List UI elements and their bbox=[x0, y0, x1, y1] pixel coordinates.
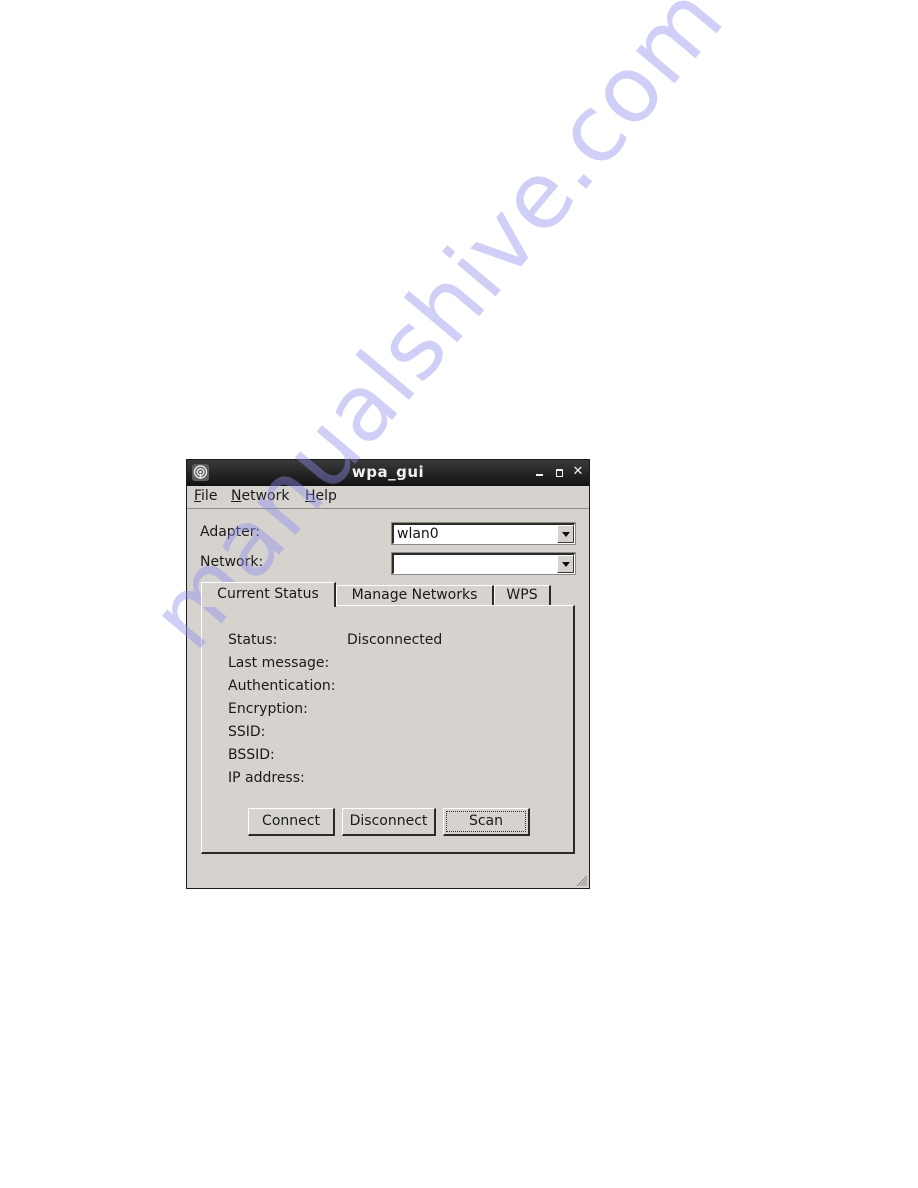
resize-grip-icon[interactable] bbox=[574, 873, 588, 887]
disconnect-button[interactable]: Disconnect bbox=[342, 808, 436, 836]
tab-manage-networks-label: Manage Networks bbox=[351, 587, 478, 603]
menu-network[interactable]: Network bbox=[231, 488, 289, 504]
menu-network-mnemonic: N bbox=[231, 488, 242, 504]
maximize-button[interactable] bbox=[552, 465, 566, 479]
bssid-label: BSSID: bbox=[228, 747, 275, 763]
authentication-label: Authentication: bbox=[228, 678, 336, 694]
chevron-down-icon[interactable] bbox=[557, 525, 574, 543]
adapter-value: wlan0 bbox=[397, 526, 439, 542]
last-message-label: Last message: bbox=[228, 655, 330, 671]
window-title: wpa_gui bbox=[351, 463, 425, 481]
encryption-label: Encryption: bbox=[228, 701, 308, 717]
adapter-select[interactable]: wlan0 bbox=[391, 522, 576, 545]
menu-network-label: etwork bbox=[241, 488, 290, 504]
menu-help[interactable]: Help bbox=[305, 488, 337, 504]
minimize-button[interactable] bbox=[532, 465, 546, 479]
network-label: Network: bbox=[200, 554, 264, 570]
wpa-gui-window: wpa_gui ✕ File Network Help Adapter: wla… bbox=[186, 459, 590, 889]
tab-wps[interactable]: WPS bbox=[494, 585, 551, 605]
status-label: Status: bbox=[228, 632, 278, 648]
status-value: Disconnected bbox=[347, 632, 443, 648]
focus-ring bbox=[446, 811, 526, 832]
menu-file-label: ile bbox=[201, 488, 218, 504]
close-button[interactable]: ✕ bbox=[571, 465, 585, 479]
adapter-label: Adapter: bbox=[200, 524, 261, 540]
menu-file[interactable]: File bbox=[194, 488, 217, 504]
connect-button-label: Connect bbox=[262, 813, 320, 829]
chevron-down-icon[interactable] bbox=[557, 555, 574, 573]
ssid-label: SSID: bbox=[228, 724, 266, 740]
disconnect-button-label: Disconnect bbox=[349, 813, 428, 829]
menu-help-label: elp bbox=[315, 488, 337, 504]
ip-address-label: IP address: bbox=[228, 770, 305, 786]
close-icon: ✕ bbox=[572, 464, 584, 479]
tab-current-status[interactable]: Current Status bbox=[201, 582, 336, 607]
tab-wps-label: WPS bbox=[506, 587, 538, 603]
menu-bar: File Network Help bbox=[187, 486, 589, 509]
tab-current-status-label: Current Status bbox=[217, 586, 319, 602]
minimize-icon bbox=[535, 474, 543, 476]
maximize-icon bbox=[555, 469, 563, 477]
title-bar[interactable]: wpa_gui ✕ bbox=[187, 460, 589, 486]
connect-button[interactable]: Connect bbox=[248, 808, 335, 836]
menu-file-mnemonic: F bbox=[194, 488, 202, 504]
tab-manage-networks[interactable]: Manage Networks bbox=[336, 585, 494, 605]
network-select[interactable] bbox=[391, 552, 576, 575]
scan-button[interactable]: Scan bbox=[443, 808, 530, 836]
menu-help-mnemonic: H bbox=[305, 488, 316, 504]
